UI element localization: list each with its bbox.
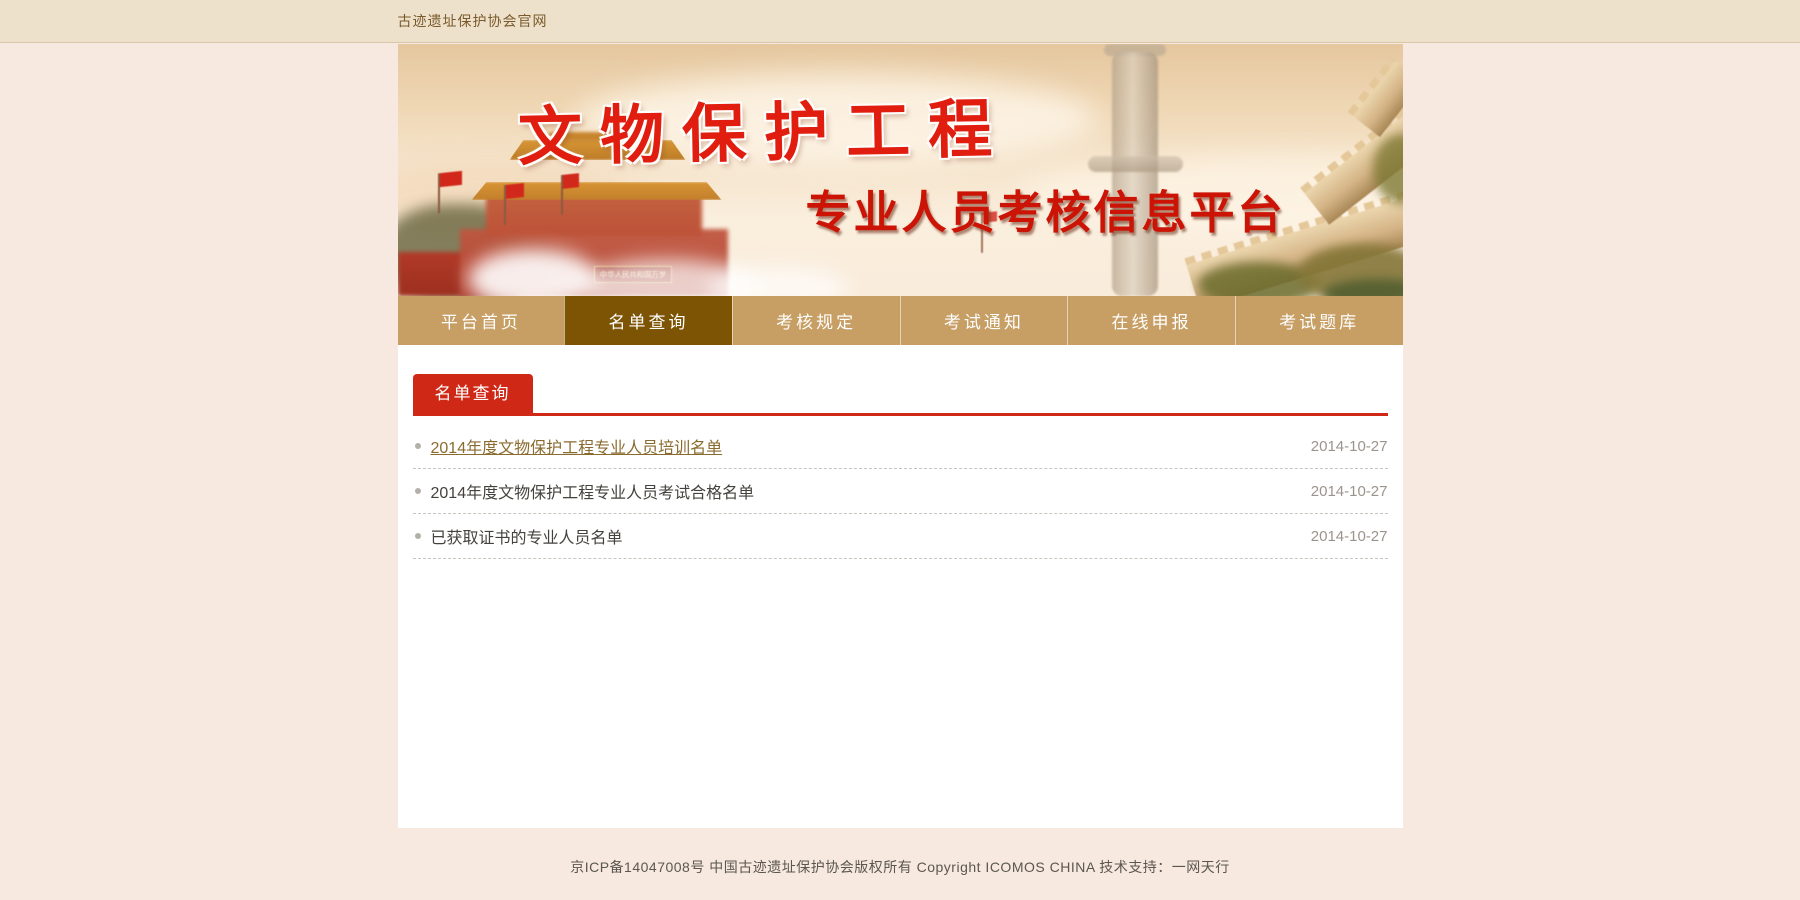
section-tab-row: 名单查询 (413, 345, 1388, 416)
news-date: 2014-10-27 (1311, 483, 1388, 500)
news-date: 2014-10-27 (1311, 438, 1388, 455)
footer-copyright-text: 京ICP备14047008号 中国古迹遗址保护协会版权所有 Copyright … (570, 859, 1230, 875)
main-nav: 平台首页 名单查询 考核规定 考试通知 在线申报 考试题库 (398, 296, 1403, 345)
news-date: 2014-10-27 (1311, 528, 1388, 545)
news-link-certified-list[interactable]: 已获取证书的专业人员名单 (431, 524, 623, 548)
header-banner: 中华人民共和国万岁 文物保护工程 专业人员考核信息平台 (398, 44, 1403, 296)
news-list: 2014年度文物保护工程专业人员培训名单 2014-10-27 2014年度文物… (413, 424, 1388, 559)
top-utility-bar: 古迹遗址保护协会官网 (0, 0, 1800, 43)
nav-item-exam-notice[interactable]: 考试通知 (900, 296, 1068, 345)
content-panel: 名单查询 2014年度文物保护工程专业人员培训名单 2014-10-27 201… (398, 345, 1403, 828)
list-item: 2014年度文物保护工程专业人员考试合格名单 2014-10-27 (413, 469, 1388, 514)
list-item: 已获取证书的专业人员名单 2014-10-27 (413, 514, 1388, 559)
news-link-exam-pass-list[interactable]: 2014年度文物保护工程专业人员考试合格名单 (431, 479, 755, 503)
marble-pillar (1112, 52, 1158, 296)
list-item: 2014年度文物保护工程专业人员培训名单 2014-10-27 (413, 424, 1388, 469)
page: 古迹遗址保护协会官网 中华人民共和国万岁 (0, 0, 1800, 900)
bullet-icon (415, 443, 421, 449)
nav-item-list-query[interactable]: 名单查询 (564, 296, 732, 345)
banner-subtitle: 专业人员考核信息平台 (806, 176, 1286, 241)
bullet-icon (415, 488, 421, 494)
nav-item-exam-bank[interactable]: 考试题库 (1235, 296, 1403, 345)
red-flag (440, 171, 462, 187)
tab-list-query[interactable]: 名单查询 (413, 374, 533, 413)
red-flag (506, 183, 524, 199)
nav-item-platform-home[interactable]: 平台首页 (398, 296, 565, 345)
marble-pillar (1088, 156, 1183, 172)
page-footer: 京ICP备14047008号 中国古迹遗址保护协会版权所有 Copyright … (398, 828, 1403, 877)
bullet-icon (415, 533, 421, 539)
banner-title: 文物保护工程 (517, 78, 1011, 179)
tiananmen-gate (486, 196, 702, 236)
nav-item-assessment-rules[interactable]: 考核规定 (732, 296, 900, 345)
news-link-training-list[interactable]: 2014年度文物保护工程专业人员培训名单 (431, 434, 723, 458)
nav-item-online-application[interactable]: 在线申报 (1067, 296, 1235, 345)
association-site-link[interactable]: 古迹遗址保护协会官网 (398, 11, 548, 31)
